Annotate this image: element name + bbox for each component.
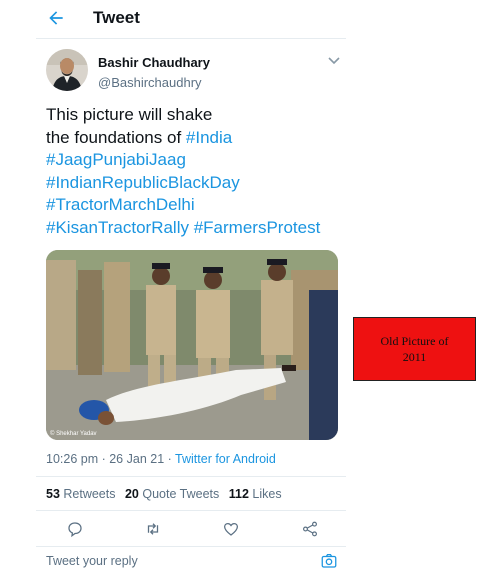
hashtag-link[interactable]: #FarmersProtest xyxy=(194,218,321,237)
tweet-photo[interactable]: © Shekhar Yadav xyxy=(46,250,338,440)
likes-stat[interactable]: 112 Likes xyxy=(229,487,282,501)
likes-count: 112 xyxy=(228,487,249,501)
photo-credit: © Shekhar Yadav xyxy=(50,431,97,437)
likes-label: Likes xyxy=(248,487,282,501)
tweet-stats: 53 Retweets 20 Quote Tweets 112 Likes xyxy=(46,487,288,501)
retweets-count: 53 xyxy=(46,487,60,501)
tweet-time: 10:26 pm xyxy=(46,452,99,466)
old-picture-label-line: 2011 xyxy=(402,350,427,364)
tweet-line: #JaagPunjabiJaag xyxy=(46,149,346,172)
divider xyxy=(36,476,346,477)
meta-separator: · xyxy=(98,452,110,466)
like-icon[interactable] xyxy=(222,520,240,538)
old-picture-label-line: Old Picture of xyxy=(380,334,449,348)
author-name[interactable]: Bashir Chaudhary xyxy=(98,55,210,70)
tweet-line: #IndianRepublicBlackDay xyxy=(46,172,346,195)
page-title: Tweet xyxy=(93,8,140,27)
reply-input[interactable]: Tweet your reply xyxy=(46,554,138,568)
quotes-count: 20 xyxy=(124,487,139,501)
chevron-down-icon[interactable] xyxy=(327,55,341,65)
tweet-text-segment: the foundations of xyxy=(46,127,186,147)
camera-icon[interactable] xyxy=(320,552,338,570)
retweets-label: Retweets xyxy=(59,487,116,501)
retweet-icon[interactable] xyxy=(144,520,162,538)
hashtag-link[interactable]: #JaagPunjabiJaag xyxy=(46,150,186,169)
retweets-stat[interactable]: 53 Retweets xyxy=(46,487,116,501)
divider xyxy=(36,510,346,511)
quotes-label: Quote Tweets xyxy=(138,487,220,501)
hashtag-link[interactable]: #TractorMarchDelhi xyxy=(46,195,195,214)
protest-photo xyxy=(46,250,338,440)
hashtag-link[interactable]: #IndianRepublicBlackDay xyxy=(46,173,240,192)
meta-separator: · xyxy=(164,452,176,466)
quote-tweets-stat[interactable]: 20 Quote Tweets xyxy=(125,487,219,501)
tweet-source-link[interactable]: Twitter for Android xyxy=(175,452,276,466)
author-handle[interactable]: @Bashirchaudhry xyxy=(98,75,202,90)
avatar[interactable] xyxy=(46,49,88,91)
divider xyxy=(36,38,346,39)
tweet-date: 26 Jan 21 xyxy=(109,452,165,466)
tweet-text: This picture will shake the foundations … xyxy=(46,104,346,240)
tweet-meta: 10:26 pm · 26 Jan 21 · Twitter for Andro… xyxy=(46,452,276,466)
tweet-line: #KisanTractorRally #FarmersProtest xyxy=(46,217,346,240)
old-picture-label: Old Picture of 2011 xyxy=(353,317,476,381)
reply-icon[interactable] xyxy=(66,520,84,538)
divider xyxy=(36,546,346,547)
tweet-text-segment: This picture will shake xyxy=(46,105,213,124)
back-arrow-icon[interactable] xyxy=(46,8,66,28)
hashtag-link[interactable]: #India xyxy=(186,128,232,147)
tweet-line: the foundations of #India xyxy=(46,127,346,150)
tweet-line: #TractorMarchDelhi xyxy=(46,194,346,217)
tweet-line: This picture will shake xyxy=(46,104,346,127)
share-icon[interactable] xyxy=(301,520,319,538)
top-bar: Tweet xyxy=(0,0,350,38)
hashtag-link[interactable]: #KisanTractorRally xyxy=(46,218,189,237)
